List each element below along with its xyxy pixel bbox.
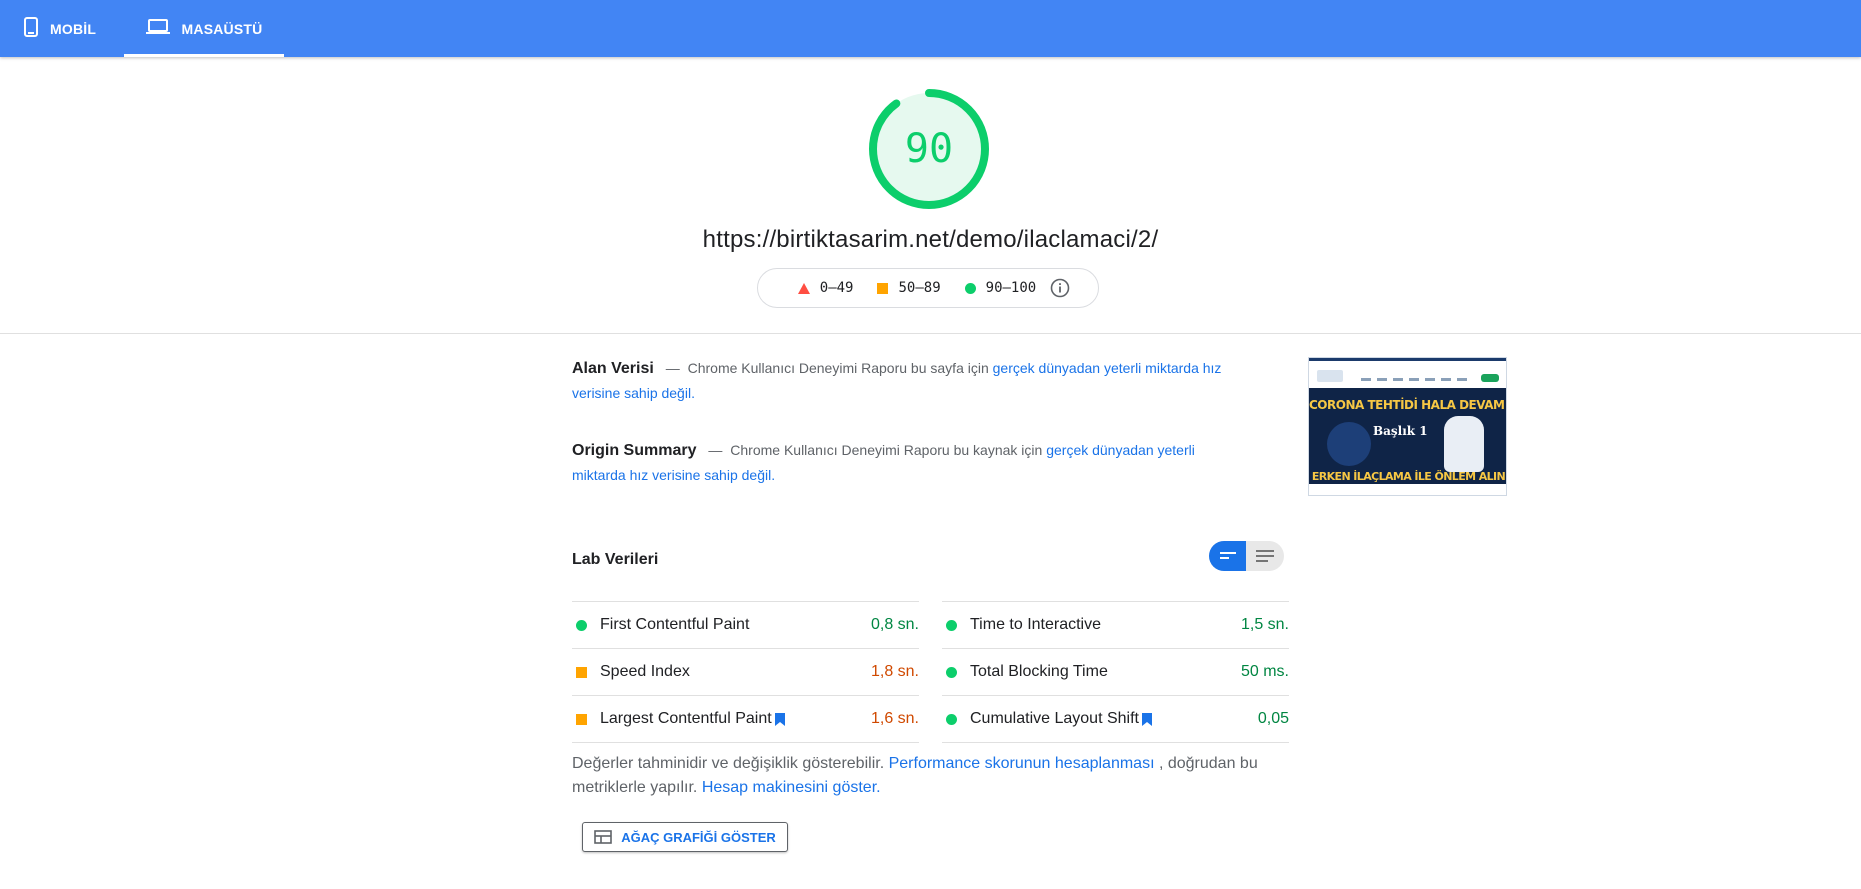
metrics-bottom-border: [572, 742, 919, 743]
field-data-dash: —: [665, 360, 680, 376]
metric-row: Total Blocking Time 50 ms.: [942, 648, 1289, 695]
treemap-button-label: AĞAÇ GRAFİĞİ GÖSTER: [621, 829, 776, 845]
compact-list-icon: [1219, 552, 1236, 559]
thumbnail-menu: [1361, 378, 1471, 381]
metric-value: 1,6 sn.: [870, 710, 919, 727]
pass-circle-icon: [576, 619, 587, 631]
origin-summary-title: Origin Summary: [572, 442, 697, 459]
thumbnail-logo: [1317, 370, 1343, 382]
pass-circle-icon: [946, 619, 957, 631]
tab-mobile[interactable]: MOBİL: [24, 0, 124, 57]
thumbnail-footer: [1309, 484, 1506, 495]
metric-name: Largest Contentful Paint: [600, 710, 772, 727]
expanded-list-icon: [1255, 550, 1274, 562]
thumbnail-navbar: [1309, 358, 1506, 388]
legend-average-label: 50–89: [898, 280, 941, 296]
metrics-view-toggle[interactable]: [1209, 541, 1284, 571]
average-square-icon: [576, 666, 587, 678]
thumbnail-button: [1481, 374, 1499, 382]
pass-circle-icon: [946, 666, 957, 678]
virus-illustration: [1327, 422, 1371, 466]
page-screenshot-thumbnail: CORONA TEHTİDİ HALA DEVAM ETMEKTE Başlık…: [1308, 357, 1507, 496]
origin-summary-section: Origin Summary — Chrome Kullanıcı Deneyi…: [572, 438, 1232, 488]
tab-mobile-label: MOBİL: [50, 20, 97, 37]
metric-row: Cumulative Layout Shift 0,05: [942, 695, 1289, 742]
metric-name: Time to Interactive: [970, 616, 1102, 633]
metrics-column-left: First Contentful Paint 0,8 sn. Speed Ind…: [572, 601, 919, 743]
origin-summary-dash: —: [708, 442, 723, 458]
metric-row: First Contentful Paint 0,8 sn.: [572, 601, 919, 648]
metric-value: 0,05: [1257, 710, 1289, 727]
section-divider: [0, 333, 1861, 334]
pass-circle-icon: [946, 713, 957, 725]
metric-value: 1,8 sn.: [870, 663, 919, 680]
field-data-section: Alan Verisi — Chrome Kullanıcı Deneyimi …: [572, 356, 1232, 406]
origin-summary-text: Chrome Kullanıcı Deneyimi Raporu bu kayn…: [730, 442, 1043, 458]
thumbnail-headline: CORONA TEHTİDİ HALA DEVAM ETMEKTE: [1309, 398, 1506, 412]
triangle-icon: [797, 282, 810, 294]
show-calculator-link[interactable]: Hesap makinesini göster.: [702, 779, 881, 796]
score-legend: 0–49 50–89 90–100: [757, 268, 1099, 308]
thumbnail-subtitle: Başlık 1: [1373, 424, 1428, 438]
metrics-note: Değerler tahminidir ve değişiklik göster…: [572, 752, 1284, 800]
legend-fail-label: 0–49: [819, 280, 854, 296]
thumbnail-topstrip: [1309, 358, 1506, 361]
metric-name: Speed Index: [600, 663, 690, 680]
metric-name: Total Blocking Time: [970, 663, 1108, 680]
metric-value: 50 ms.: [1240, 663, 1289, 680]
lab-data-title: Lab Verileri: [572, 551, 659, 568]
metrics-bottom-border: [942, 742, 1289, 743]
legend-fail: 0–49: [797, 280, 854, 296]
metric-value: 0,8 sn.: [870, 616, 919, 633]
treemap-icon: [594, 830, 613, 844]
expanded-view-toggle[interactable]: [1246, 541, 1283, 571]
laptop-icon: [145, 19, 170, 38]
tab-desktop[interactable]: MASAÜSTÜ: [124, 0, 284, 57]
metrics-column-right: Time to Interactive 1,5 sn. Total Blocki…: [942, 601, 1289, 743]
performance-score: 90: [904, 126, 954, 172]
metric-name-wrap: Cumulative Layout Shift: [970, 710, 1152, 728]
legend-pass: 90–100: [964, 280, 1037, 296]
metric-row: Speed Index 1,8 sn.: [572, 648, 919, 695]
tab-desktop-label: MASAÜSTÜ: [181, 20, 263, 37]
page-url: https://birtiktasarim.net/demo/ilaclamac…: [702, 226, 1159, 253]
bookmark-icon[interactable]: [1141, 712, 1152, 726]
thumbnail-footer-headline: ERKEN İLAÇLAMA İLE ÖNLEM ALIN: [1311, 470, 1506, 483]
note-text-1: Değerler tahminidir ve değişiklik göster…: [572, 755, 885, 772]
treemap-button[interactable]: AĞAÇ GRAFİĞİ GÖSTER: [582, 822, 788, 852]
top-bar: MOBİL MASAÜSTÜ: [0, 0, 1861, 57]
compact-view-toggle[interactable]: [1209, 541, 1246, 571]
metric-name: First Contentful Paint: [600, 616, 750, 633]
bookmark-icon[interactable]: [774, 712, 785, 726]
metric-row: Time to Interactive 1,5 sn.: [942, 601, 1289, 648]
average-square-icon: [576, 713, 587, 725]
hazmat-person-illustration: [1444, 416, 1484, 472]
info-icon[interactable]: [1050, 278, 1070, 298]
field-data-title: Alan Verisi: [572, 360, 654, 377]
metric-value: 1,5 sn.: [1240, 616, 1289, 633]
metric-name: Cumulative Layout Shift: [970, 710, 1139, 727]
legend-average: 50–89: [877, 280, 941, 296]
square-icon: [877, 282, 889, 294]
legend-pass-label: 90–100: [985, 280, 1037, 296]
field-data-text: Chrome Kullanıcı Deneyimi Raporu bu sayf…: [687, 360, 989, 376]
circle-icon: [964, 282, 976, 294]
metric-name-wrap: Largest Contentful Paint: [600, 710, 785, 728]
score-calculation-link[interactable]: Performance skorunun hesaplanması: [889, 755, 1155, 772]
smartphone-icon: [24, 17, 38, 40]
metric-row: Largest Contentful Paint 1,6 sn.: [572, 695, 919, 742]
